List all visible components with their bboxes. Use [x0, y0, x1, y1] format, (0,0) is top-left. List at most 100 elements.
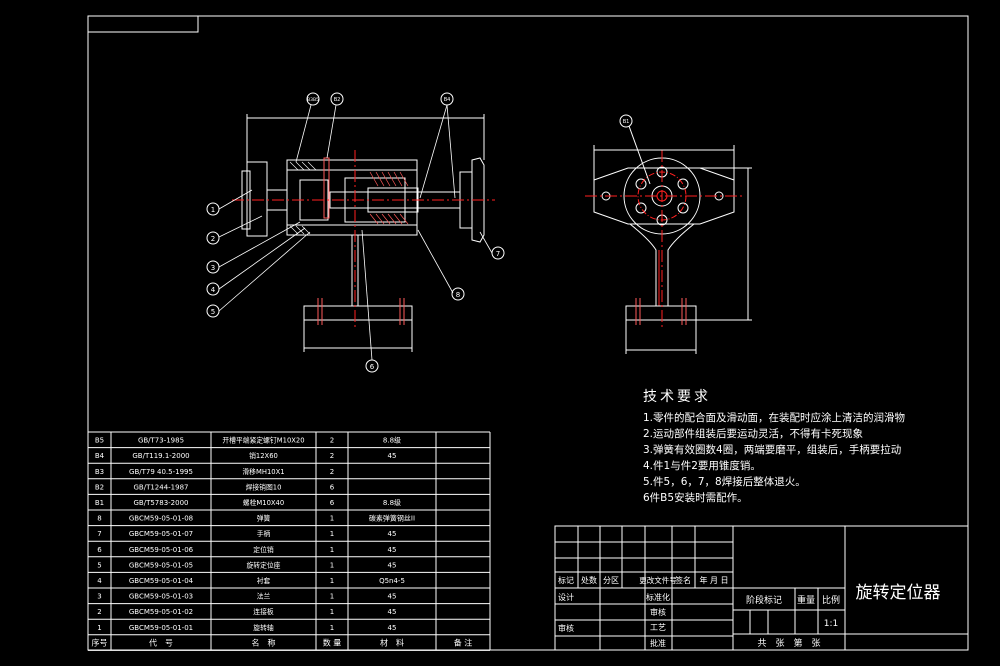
table-cell: GBCM59-05-01-05 [129, 561, 193, 569]
stage-marks-label: 阶段标记 [746, 594, 782, 606]
table-cell: 3 [97, 593, 101, 601]
table-cell: B1 [95, 499, 104, 507]
svg-text:6: 6 [370, 363, 375, 371]
table-cell: 1 [97, 624, 101, 632]
table-cell: B2 [95, 483, 104, 491]
ratio-value: 1:1 [824, 619, 838, 629]
ratio-label: 比例 [822, 594, 840, 606]
standardize-label: 标准化 [646, 592, 670, 602]
balloon-4: 4 [206, 282, 220, 296]
table-cell: 6 [97, 546, 102, 554]
table-cell: 45 [388, 530, 397, 538]
table-cell: 2 [330, 468, 334, 476]
table-cell: 45 [388, 608, 397, 616]
table-cell: GB/T73-1985 [138, 437, 184, 445]
table-cell: 1 [330, 530, 334, 538]
table-cell: 旋转轴 [253, 623, 274, 632]
tech-req-line: 4.件1与件2要用锥度销。 [643, 460, 761, 472]
table-header-cell: 名 称 [252, 637, 276, 647]
craft-label: 工艺 [650, 623, 666, 632]
drawing-title: 旋转定位器 [856, 583, 941, 603]
table-cell: 5 [97, 561, 101, 569]
svg-text:3: 3 [211, 264, 215, 272]
rev-header-3: 更改文件号 [639, 575, 677, 585]
table-cell: 1 [330, 593, 334, 601]
rev-header-5: 年 月 日 [699, 575, 728, 585]
table-cell: 螺栓M10X40 [243, 498, 284, 507]
table-cell: 定位销 [253, 545, 274, 554]
balloon-b1: B1 [619, 114, 633, 128]
table-cell: 2 [97, 608, 101, 616]
approve-label: 批准 [650, 638, 666, 648]
table-cell: 1 [330, 608, 334, 616]
table-cell: 45 [388, 452, 397, 460]
sheet-frame [87, 15, 969, 651]
table-cell: 滑移MH10X1 [242, 467, 284, 476]
table-header-cell: 备 注 [454, 637, 473, 647]
table-cell: GB/T119.1-2000 [132, 452, 189, 460]
balloon-5: 5 [206, 304, 220, 318]
checker-label: 审核 [558, 623, 574, 633]
balloon-b4: B4 [440, 92, 454, 106]
table-cell: 旋转定位座 [247, 560, 281, 569]
balloon-b3b5: B3B5 [306, 92, 320, 106]
table-cell: 衬套 [257, 576, 271, 585]
tech-req-line: 1.零件的配合面及滑动面，在装配时应涂上清洁的润滑物 [643, 412, 906, 424]
svg-text:B1: B1 [623, 119, 630, 125]
svg-text:7: 7 [496, 250, 500, 258]
title-block-texts: 旋转定位器 标记 处数 分区 更改文件号 签名 年 月 日 设计 标准化 审核 … [558, 575, 941, 649]
table-cell: 45 [388, 593, 397, 601]
table-cell: GBCM59-05-01-03 [129, 593, 193, 601]
table-cell: 45 [388, 561, 397, 569]
table-cell: GB/T1244-1987 [133, 483, 188, 491]
tech-req-title: 技术要求 [643, 389, 711, 405]
review-label: 审核 [650, 607, 666, 617]
balloon-7: 7 [491, 246, 505, 260]
side-view [585, 125, 752, 354]
designer-label: 设计 [558, 592, 574, 602]
rev-header-1: 处数 [581, 575, 597, 585]
rev-header-2: 分区 [603, 576, 619, 585]
table-cell: 1 [330, 624, 334, 632]
svg-text:2: 2 [211, 235, 215, 243]
svg-text:B3B5: B3B5 [307, 97, 319, 103]
table-cell: GB/T5783-2000 [133, 499, 188, 507]
tech-req-line: 5.件5，6，7，8焊接后整体退火。 [643, 476, 806, 488]
table-cell: 45 [388, 624, 397, 632]
table-cell: B3 [95, 468, 104, 476]
technical-requirements: 技术要求 1.零件的配合面及滑动面，在装配时应涂上清洁的润滑物 2.运动部件组装… [643, 386, 963, 506]
rev-header-4: 签名 [675, 575, 691, 585]
table-cell: 1 [330, 515, 334, 523]
tech-req-line: 3.弹簧有效圈数4圈，两端要磨平，组装后，手柄要拉动 [643, 444, 902, 456]
parts-list-table: B5 GB/T73-1985 开槽平端紧定螺钉M10X20 2 8.8级 B4 GB/T11… [87, 431, 491, 651]
table-cell: 6 [330, 483, 335, 491]
table-cell: 7 [97, 530, 101, 538]
svg-text:B2: B2 [334, 97, 341, 103]
table-cell: 8.8级 [383, 436, 401, 445]
table-cell: 8 [97, 515, 101, 523]
weight-label: 重量 [797, 594, 815, 606]
table-header-cell: 数 量 [323, 637, 342, 647]
table-cell: GBCM59-05-01-06 [129, 546, 194, 554]
table-header-cell: 材 料 [380, 637, 404, 647]
balloon-3: 3 [206, 260, 220, 274]
table-cell: GBCM59-05-01-02 [129, 608, 193, 616]
table-cell: GB/T79 40.5-1995 [129, 468, 193, 476]
front-view [232, 114, 495, 352]
svg-text:8: 8 [456, 291, 460, 299]
table-cell: 1 [330, 577, 334, 585]
tech-req-line: 6件B5安装时需配作。 [643, 492, 748, 504]
table-cell: 6 [330, 499, 335, 507]
drawing-sheet: 1 2 3 4 5 6 7 8 B3B5 B2 B4 B1 B5 GB/T73-… [87, 15, 969, 651]
svg-text:5: 5 [211, 308, 215, 316]
svg-text:1: 1 [211, 206, 215, 214]
table-cell: 开槽平端紧定螺钉M10X20 [222, 436, 304, 445]
table-cell: GBCM59-05-01-08 [129, 515, 193, 523]
table-cell: 8.8级 [383, 498, 401, 507]
balloon-2: 2 [206, 231, 220, 245]
rev-header-0: 标记 [558, 575, 574, 585]
table-cell: 焊接销图10 [246, 482, 282, 491]
table-cell: 碳素弹簧钢丝II [369, 514, 415, 523]
table-header-cell: 代 号 [149, 637, 173, 647]
balloon-8: 8 [451, 287, 465, 301]
